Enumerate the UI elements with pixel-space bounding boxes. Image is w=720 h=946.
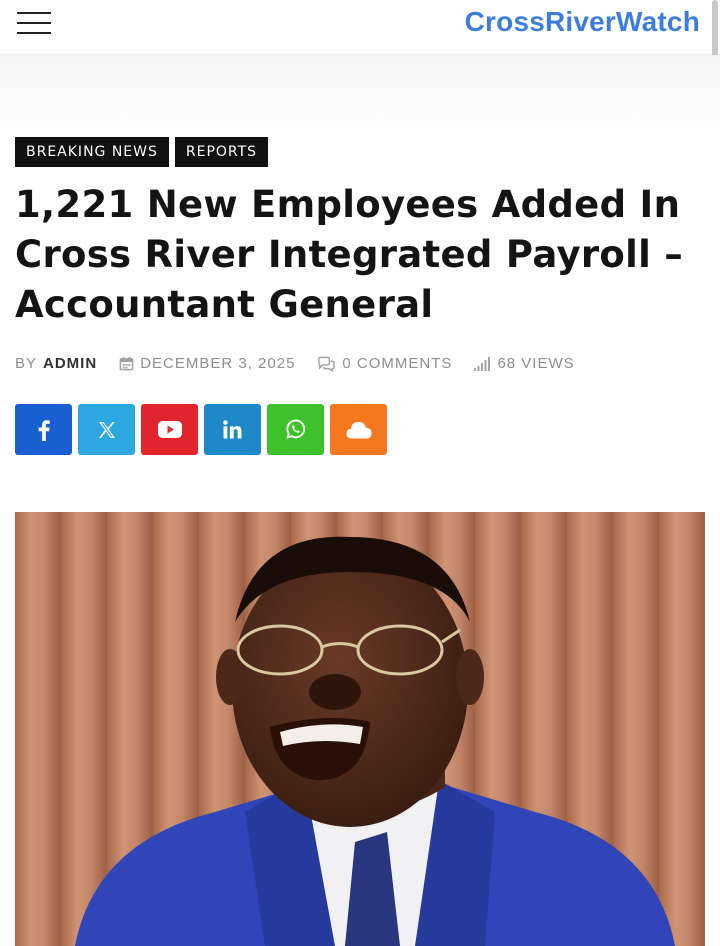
site-logo[interactable]: CrossRiverWatch bbox=[465, 6, 700, 38]
share-buttons bbox=[15, 404, 387, 455]
whatsapp-icon bbox=[286, 419, 306, 439]
comments-icon bbox=[318, 356, 336, 372]
by-label: BY bbox=[15, 355, 38, 372]
menu-button[interactable] bbox=[17, 10, 53, 38]
menu-icon-line bbox=[17, 22, 51, 24]
article-meta: BY ADMIN DECEMBER 3, 2025 0 COMMENTS 68 … bbox=[15, 355, 597, 372]
view-count: 68 VIEWS bbox=[497, 355, 575, 372]
site-header: CrossRiverWatch bbox=[0, 0, 720, 55]
share-facebook-button[interactable] bbox=[15, 404, 72, 455]
post-date: DECEMBER 3, 2025 bbox=[140, 355, 296, 372]
menu-icon-line bbox=[17, 32, 51, 34]
share-x-button[interactable] bbox=[78, 404, 135, 455]
category-breaking-news[interactable]: BREAKING NEWS bbox=[15, 137, 169, 167]
share-whatsapp-button[interactable] bbox=[267, 404, 324, 455]
calendar-icon bbox=[119, 356, 134, 371]
share-youtube-button[interactable] bbox=[141, 404, 198, 455]
linkedin-icon bbox=[223, 420, 242, 439]
youtube-icon bbox=[157, 421, 182, 438]
header-spacer bbox=[0, 55, 720, 135]
views-icon bbox=[474, 356, 491, 371]
author-link[interactable]: ADMIN bbox=[43, 355, 97, 372]
x-icon bbox=[98, 421, 115, 438]
menu-icon bbox=[17, 12, 51, 14]
featured-image bbox=[15, 512, 705, 946]
article-title: 1,221 New Employees Added In Cross River… bbox=[15, 183, 684, 326]
featured-photo-illustration bbox=[15, 512, 705, 946]
category-tags: BREAKING NEWS REPORTS bbox=[15, 137, 269, 167]
cloud-icon bbox=[346, 421, 371, 438]
share-linkedin-button[interactable] bbox=[204, 404, 261, 455]
comments-link[interactable]: 0 COMMENTS bbox=[342, 355, 452, 372]
facebook-icon bbox=[38, 419, 50, 441]
share-cloud-button[interactable] bbox=[330, 404, 387, 455]
category-reports[interactable]: REPORTS bbox=[174, 137, 269, 167]
